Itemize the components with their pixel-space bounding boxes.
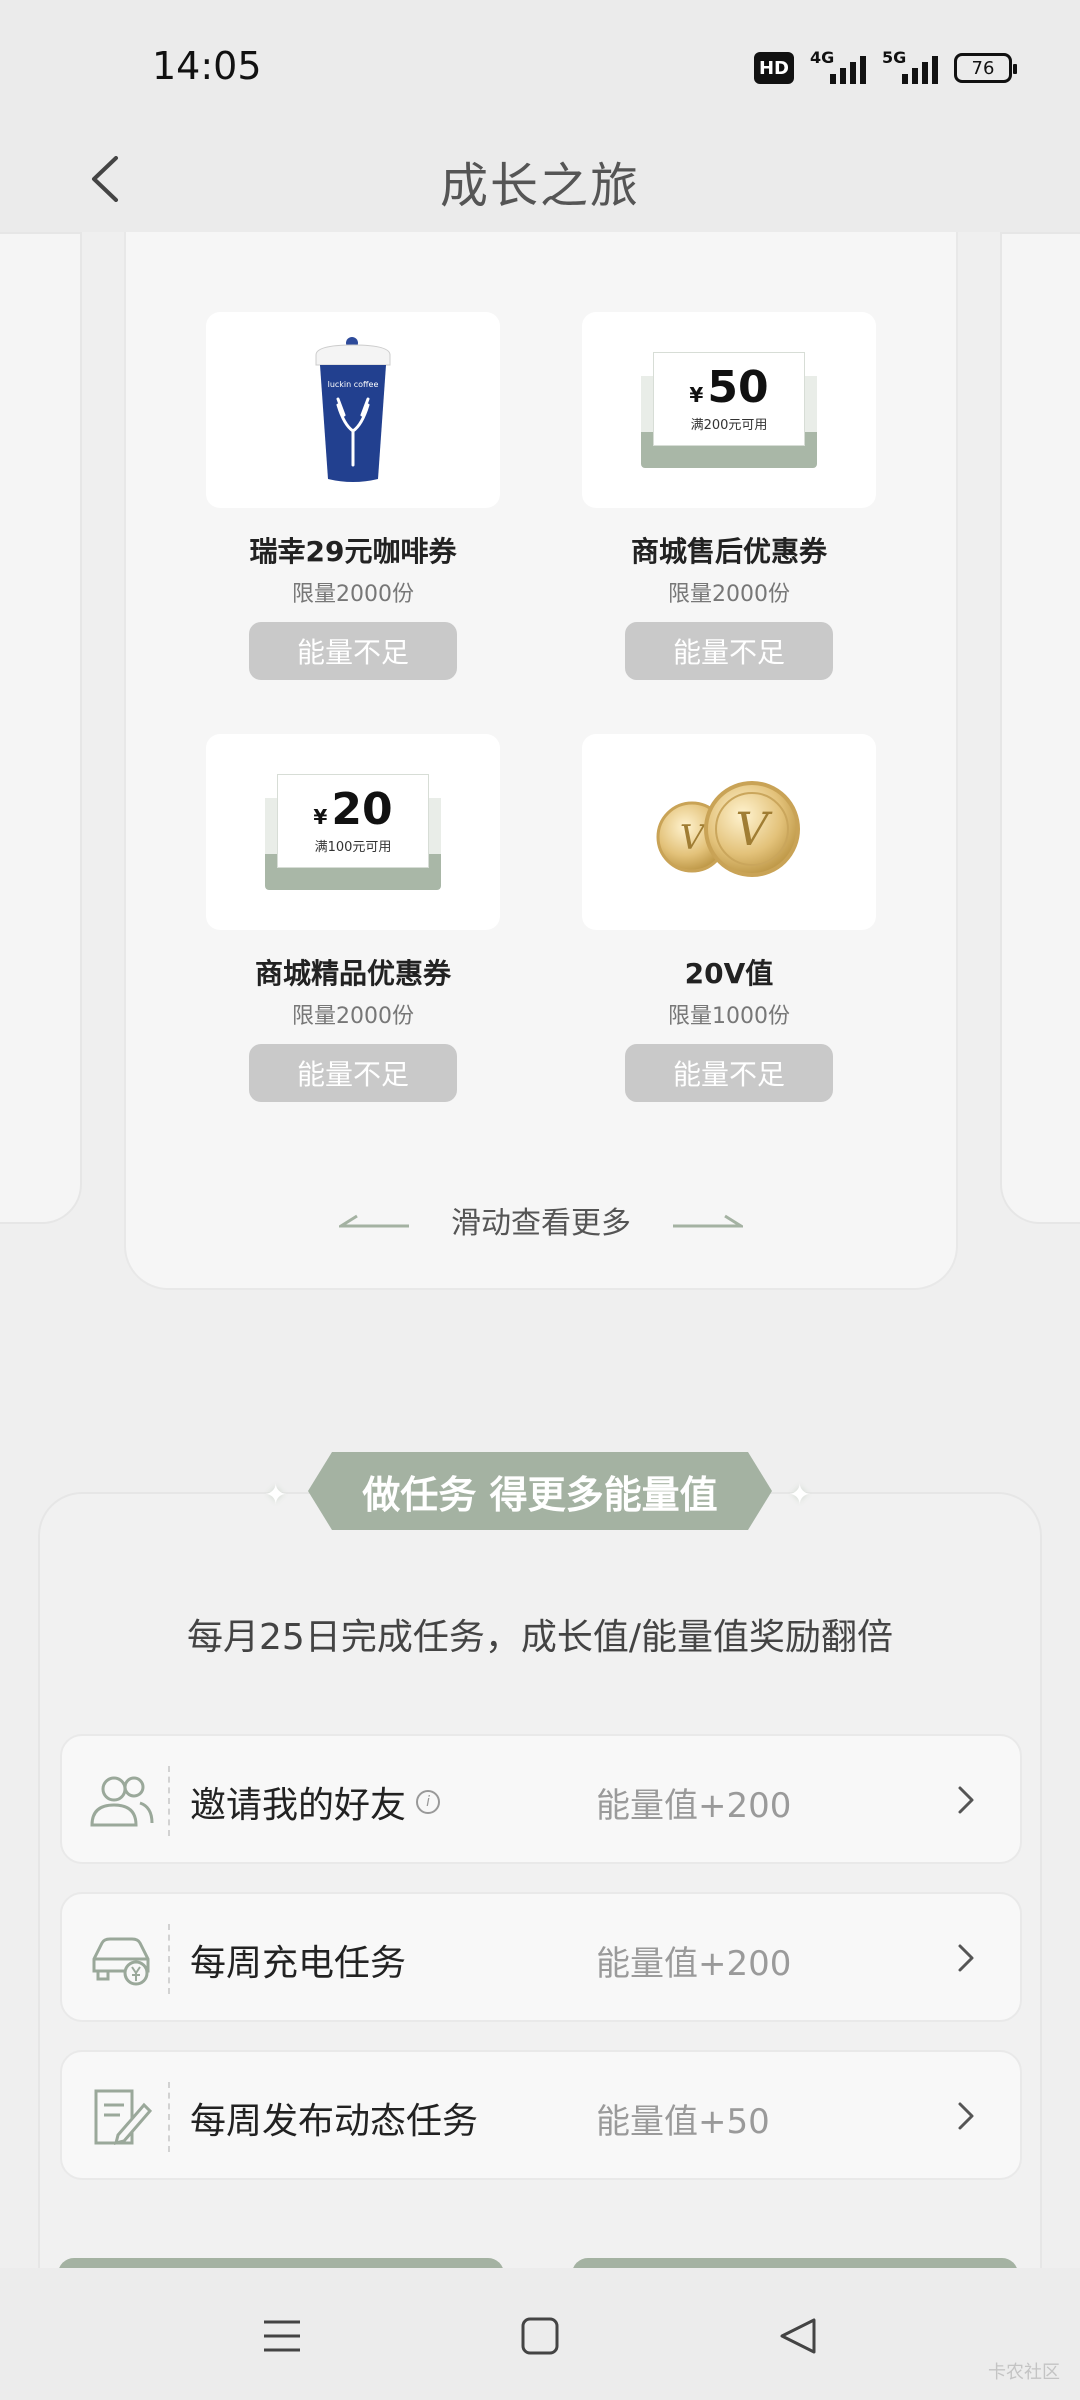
swipe-hint: 滑动查看更多 (126, 1198, 956, 1242)
task-reward: 能量值+50 (596, 2102, 770, 2142)
reward-limit: 限量2000份 (292, 1004, 414, 1029)
cup-brand-text: luckin coffee (328, 380, 379, 389)
redeem-button[interactable]: 能量不足 (249, 622, 457, 680)
arrow-left-icon (339, 1214, 409, 1228)
menu-icon (264, 2320, 300, 2352)
coupon-condition: 满100元可用 (314, 839, 392, 855)
page-title: 成长之旅 (439, 158, 640, 214)
net-label-4g: 4G (810, 48, 835, 67)
reward-name: 商城售后优惠券 (630, 535, 827, 568)
v-coins-icon: V V (656, 781, 800, 877)
reward-item: ¥50 满200元可用 商城售后优惠券 限量2000份 能量不足 (582, 312, 876, 680)
task-row-charge[interactable]: 每周充电任务 能量值+200 (60, 1892, 1022, 2022)
coupon-condition: 满200元可用 (690, 417, 768, 433)
sparkle-icon: ✦ (788, 1478, 812, 1511)
info-icon[interactable]: i (416, 1790, 441, 1814)
nav-menu-button[interactable] (252, 2306, 312, 2366)
net-label-5g: 5G (882, 48, 907, 67)
task-reward: 能量值+200 (596, 1786, 792, 1826)
reward-image: luckin coffee (206, 312, 500, 508)
battery-icon: 76 (954, 53, 1017, 83)
redeem-button[interactable]: 能量不足 (249, 1044, 457, 1102)
edit-post-icon (86, 2082, 156, 2152)
reward-limit: 限量1000份 (668, 1004, 790, 1029)
reward-name: 20V值 (684, 957, 774, 990)
coin-letter: V (735, 802, 773, 856)
coupon-amount: 50 (707, 361, 769, 413)
chevron-right-icon (958, 1944, 974, 1972)
nav-back-button[interactable] (768, 2306, 828, 2366)
redeem-button[interactable]: 能量不足 (625, 1044, 833, 1102)
reward-item: luckin coffee 瑞幸29元咖啡券 限量2000份 能量不足 (206, 312, 500, 680)
reward-name: 商城精品优惠券 (254, 957, 451, 990)
rewards-card: luckin coffee 瑞幸29元咖啡券 限量2000份 能量不足 ¥50 … (124, 232, 958, 1290)
tasks-banner: 做任务 得更多能量值 (308, 1452, 772, 1530)
coupon-currency: ¥ (689, 382, 704, 407)
system-nav-bar (0, 2268, 1080, 2400)
coupon-currency: ¥ (313, 804, 328, 829)
status-bar: 14:05 HD 4G 5G 76 (0, 0, 1080, 130)
reward-item: ¥20 满100元可用 商城精品优惠券 限量2000份 能量不足 (206, 734, 500, 1102)
status-time: 14:05 (152, 44, 262, 88)
car-charge-icon (86, 1924, 156, 1994)
coupon-icon: ¥50 满200元可用 (641, 352, 817, 468)
coffee-cup-icon: luckin coffee (315, 337, 391, 482)
back-triangle-icon (780, 2318, 816, 2354)
carousel-prev-card[interactable] (0, 232, 82, 1224)
reward-name: 瑞幸29元咖啡券 (249, 535, 457, 568)
coupon-amount: 20 (331, 783, 393, 835)
coin-letter: V (680, 818, 708, 858)
reward-image: ¥20 满100元可用 (206, 734, 500, 930)
swipe-hint-text: 滑动查看更多 (451, 1206, 631, 1241)
coupon-icon: ¥20 满100元可用 (265, 774, 441, 890)
task-name: 每周发布动态任务 (190, 2101, 479, 2142)
reward-grid: luckin coffee 瑞幸29元咖啡券 限量2000份 能量不足 ¥50 … (206, 312, 880, 1102)
task-row-invite[interactable]: 邀请我的好友 i 能量值+200 (60, 1734, 1022, 1864)
nav-home-button[interactable] (510, 2306, 570, 2366)
sparkle-icon: ✦ (264, 1478, 288, 1511)
signal-4g-icon: 4G (810, 48, 866, 84)
hd-icon: HD (754, 52, 794, 84)
friends-icon (86, 1766, 156, 1836)
carousel-next-card[interactable] (1000, 232, 1080, 1224)
arrow-right-icon (673, 1214, 743, 1228)
chevron-right-icon (958, 1786, 974, 1814)
reward-limit: 限量2000份 (668, 582, 790, 607)
chevron-right-icon (958, 2102, 974, 2130)
reward-image: ¥50 满200元可用 (582, 312, 876, 508)
tasks-subtitle: 每月25日完成任务，成长值/能量值奖励翻倍 (187, 1617, 893, 1658)
task-reward: 能量值+200 (596, 1944, 792, 1984)
status-icons: HD 4G 5G 76 (754, 48, 1017, 86)
app-header: 成长之旅 (0, 130, 1080, 232)
reward-image: V V (582, 734, 876, 930)
reward-item: V V 20V值 限量1000份 能量不足 (582, 734, 876, 1102)
redeem-button[interactable]: 能量不足 (625, 622, 833, 680)
watermark: 卡农社区 (988, 2362, 1060, 2383)
task-name: 每周充电任务 (190, 1943, 407, 1984)
reward-limit: 限量2000份 (292, 582, 414, 607)
signal-5g-icon: 5G (882, 48, 938, 84)
home-square-icon (521, 2317, 559, 2355)
task-name: 邀请我的好友 (190, 1785, 407, 1826)
task-row-post[interactable]: 每周发布动态任务 能量值+50 (60, 2050, 1022, 2180)
